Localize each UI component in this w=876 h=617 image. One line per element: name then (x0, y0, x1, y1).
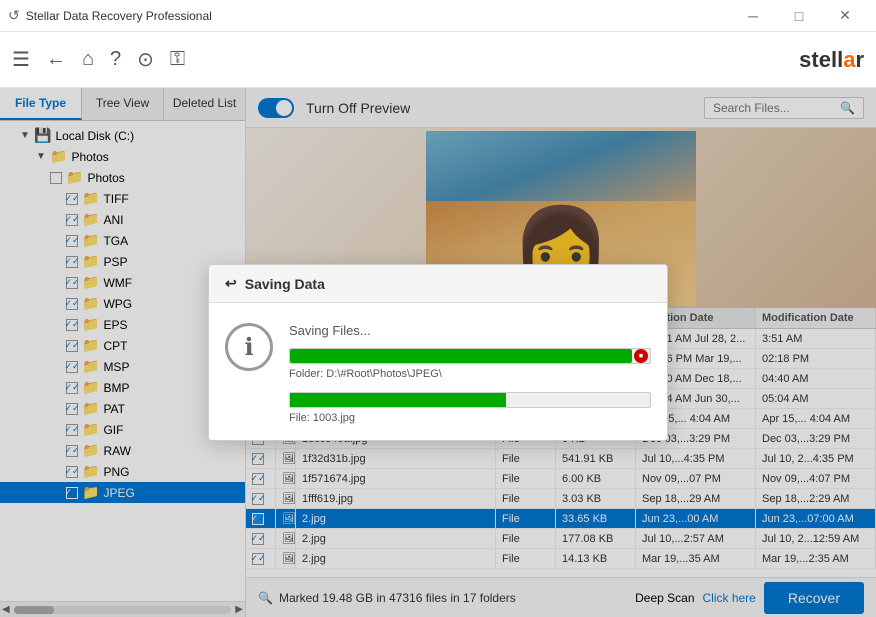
current-file: File: 1003.jpg (289, 412, 651, 424)
main-container: File Type Tree View Deleted List ▼ 💾 Loc… (0, 88, 876, 617)
dialog-overlay: ↩ Saving Data ℹ Saving Files... Folder: … (0, 88, 876, 617)
cart-icon[interactable]: ⊙ (137, 47, 154, 72)
dialog-title: Saving Data (245, 276, 325, 292)
saving-text: Saving Files... (289, 323, 651, 338)
minimize-button[interactable]: ─ (730, 0, 776, 32)
main-progress-bar (289, 348, 651, 364)
title-bar: ↺ Stellar Data Recovery Professional ─ □… (0, 0, 876, 32)
back-icon[interactable]: ← (46, 48, 66, 71)
dialog-right: Saving Files... Folder: D:\#Root\Photos\… (289, 323, 651, 424)
menu-icon[interactable]: ☰ (12, 47, 30, 72)
title-bar-controls: ─ □ ✕ (730, 0, 868, 32)
close-button[interactable]: ✕ (822, 0, 868, 32)
dialog-header: ↩ Saving Data (209, 265, 667, 303)
saving-dialog: ↩ Saving Data ℹ Saving Files... Folder: … (208, 264, 668, 441)
brand-logo: stellar (799, 47, 864, 73)
app-back-icon: ↺ (8, 7, 20, 24)
file-progress-fill (290, 393, 506, 407)
toolbar: ☰ ← ⌂ ? ⊙ ⚿ stellar (0, 32, 876, 88)
dialog-content: ℹ Saving Files... Folder: D:\#Root\Photo… (225, 323, 651, 424)
dialog-title-icon: ↩ (225, 275, 237, 292)
main-progress-fill (290, 349, 632, 363)
maximize-button[interactable]: □ (776, 0, 822, 32)
folder-path: Folder: D:\#Root\Photos\JPEG\ (289, 368, 651, 380)
file-progress-bar (289, 392, 651, 408)
home-icon[interactable]: ⌂ (82, 48, 94, 71)
title-bar-left: ↺ Stellar Data Recovery Professional (8, 7, 212, 24)
dialog-info-icon: ℹ (225, 323, 273, 371)
stop-button[interactable] (634, 349, 648, 363)
key-icon[interactable]: ⚿ (170, 48, 185, 71)
help-icon[interactable]: ? (110, 48, 121, 71)
app-title: Stellar Data Recovery Professional (26, 9, 212, 23)
dialog-body: ℹ Saving Files... Folder: D:\#Root\Photo… (209, 303, 667, 440)
